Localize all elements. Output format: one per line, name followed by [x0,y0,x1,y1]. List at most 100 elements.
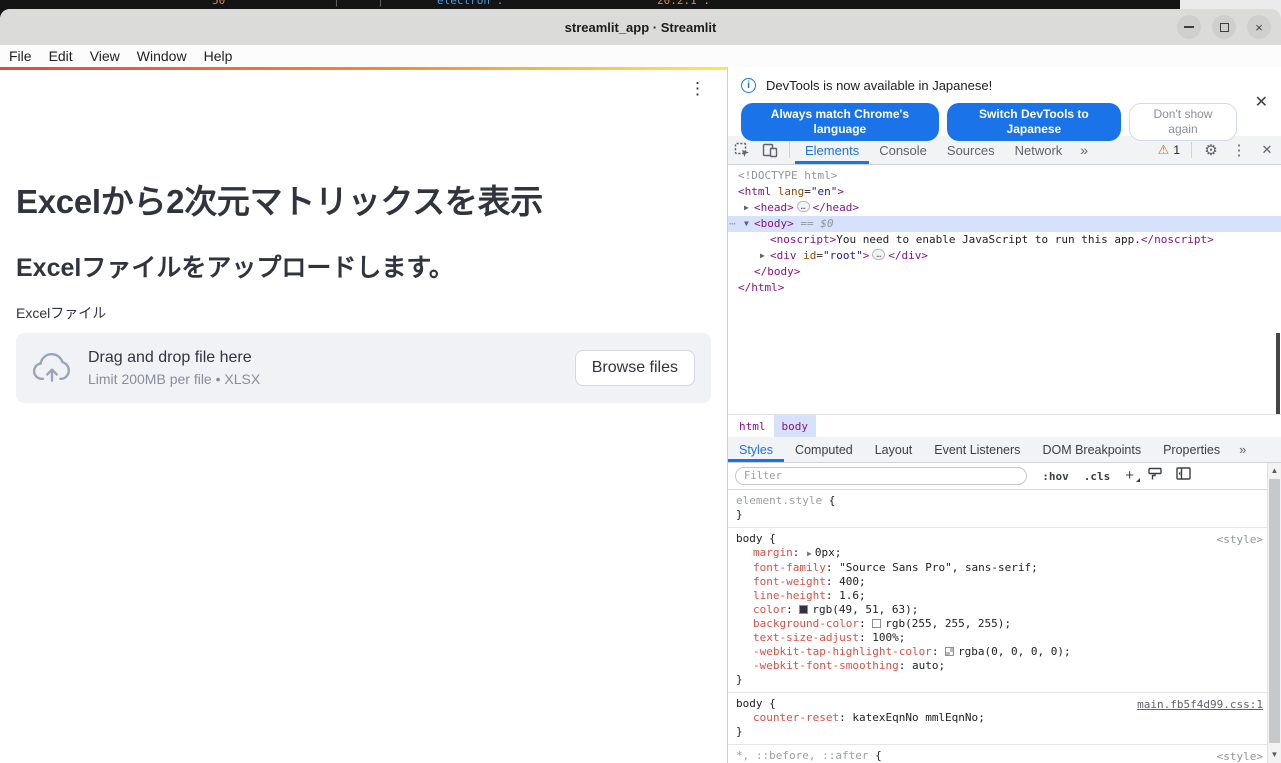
close-button[interactable]: × [1247,15,1271,39]
dom-tree-scrollbar[interactable] [1276,333,1280,414]
banner-close-icon[interactable]: ✕ [1255,92,1268,112]
scrollbar-thumb[interactable] [1269,479,1280,743]
color-swatch[interactable] [945,647,954,656]
css-property[interactable]: margin: ▶0px; [736,546,1263,561]
dom-tree-row[interactable]: <noscript>You need to enable JavaScript … [728,232,1281,248]
uploader-hint-text: Limit 200MB per file • XLSX [88,371,260,387]
color-swatch[interactable] [872,619,881,628]
css-selector[interactable]: body [736,697,763,710]
ellipsis-expand-icon[interactable]: … [872,249,885,260]
devtools-pane: i DevTools is now available in Japanese!… [727,67,1281,763]
css-property[interactable]: -webkit-font-smoothing: auto; [736,659,1263,673]
expand-arrow-icon[interactable]: ▶ [760,248,770,264]
rendering-emulation-icon[interactable] [1148,467,1162,486]
css-selector-line: body { [736,532,1263,546]
menu-item-help[interactable]: Help [204,48,233,64]
expand-arrow-icon[interactable]: ▶ [807,549,812,558]
app-menu-kebab-icon[interactable]: ⋮ [689,79,706,99]
cloud-upload-icon [32,350,72,386]
breadcrumb-html[interactable]: html [731,415,774,437]
styles-rules-list: element.style {}body {<style>margin: ▶0p… [728,490,1281,763]
menu-item-view[interactable]: View [90,48,120,64]
css-property[interactable]: font-weight: 400; [736,575,1263,589]
css-selector-line: element.style { [736,494,1263,508]
app-window: streamlit_app · Streamlit × File Edit View… [0,9,1281,763]
css-property[interactable]: font-family: "Source Sans Pro", sans-ser… [736,561,1263,575]
css-property[interactable]: background-color: rgb(255, 255, 255); [736,617,1263,631]
tab-computed[interactable]: Computed [784,437,864,462]
title-bar[interactable]: streamlit_app · Streamlit × [0,9,1281,45]
always-match-chrome-s-language-button[interactable]: Always match Chrome's language [741,103,939,141]
class-toggle[interactable]: .cls [1084,470,1111,483]
menu-bar: File Edit View Window Help [0,45,1281,67]
menu-item-edit[interactable]: Edit [49,48,73,64]
styles-panel-tabs: StylesComputedLayoutEvent ListenersDOM B… [728,437,1281,463]
dom-tree-row[interactable]: ⋯▼<body> == $0 [728,216,1281,232]
don-t-show-again-button[interactable]: Don't show again [1129,103,1237,141]
minimize-icon [1184,26,1194,28]
streamlit-header-gradient [0,67,727,70]
css-rule-source[interactable]: main.fb5f4d99.css:1 [1137,698,1263,712]
css-selector[interactable]: element.style [736,494,822,507]
dom-tree-row[interactable]: ▶<head>…</head> [728,200,1281,216]
ellipsis-expand-icon[interactable]: … [797,201,810,212]
color-swatch[interactable] [799,605,808,614]
css-rule-source: <style> [1217,750,1263,763]
elements-dom-tree: <!DOCTYPE html><html lang="en">▶<head>…<… [728,165,1281,414]
collapse-arrow-icon[interactable]: ▼ [744,216,754,232]
styles-filter-input[interactable] [735,467,1027,485]
expand-arrow-icon[interactable]: ▶ [744,200,754,216]
tab-layout[interactable]: Layout [864,437,924,462]
css-property[interactable]: -webkit-tap-highlight-color: rgba(0, 0, … [736,645,1263,659]
css-selector[interactable]: *, ::before, ::after [736,749,868,762]
styles-filter-row: :hov .cls + [728,463,1281,490]
tab-dom-breakpoints[interactable]: DOM Breakpoints [1031,437,1152,462]
terminal-text-fragment: │ [377,0,384,7]
computed-sidebar-panel-icon[interactable] [1176,467,1191,485]
terminal-text-fragment: │ [333,0,340,7]
uploader-text: Drag and drop file here Limit 200MB per … [88,349,260,387]
devtools-close-icon[interactable]: ✕ [1253,136,1281,164]
css-property[interactable]: color: rgb(49, 51, 63); [736,603,1263,617]
terminal-text-fragment: 20.2.1 : [657,0,710,7]
css-property[interactable]: text-size-adjust: 100%; [736,631,1263,645]
css-selector[interactable]: body [736,532,763,545]
css-rule: *, ::before, ::after {<style>box-sizing:… [728,745,1281,763]
file-uploader-dropzone[interactable]: Drag and drop file here Limit 200MB per … [16,333,711,403]
tab-event-listeners[interactable]: Event Listeners [923,437,1031,462]
dom-row-actions-icon[interactable]: ⋯ [729,216,735,232]
scrollbar-up-icon[interactable]: ▲ [1268,464,1281,478]
more-tabs-icon[interactable]: » [1231,437,1254,462]
uploader-label: Excelファイル [16,303,711,323]
menu-item-file[interactable]: File [9,48,32,64]
page-title: Excelから2次元マトリックスを表示 [16,182,711,222]
info-icon: i [741,78,756,93]
css-rule-source: <style> [1217,533,1263,547]
breadcrumb-body[interactable]: body [774,415,817,437]
styles-scrollbar[interactable]: ▲ ▼ [1267,463,1281,763]
css-property[interactable]: line-height: 1.6; [736,589,1263,603]
scrollbar-down-icon[interactable]: ▼ [1268,748,1281,762]
tab-styles[interactable]: Styles [728,437,784,462]
close-icon: × [1255,20,1263,35]
maximize-icon [1220,23,1229,32]
dom-tree-row[interactable]: </body> [728,264,1281,280]
maximize-button[interactable] [1212,15,1236,39]
browse-files-button[interactable]: Browse files [575,350,695,386]
minimize-button[interactable] [1177,15,1201,39]
dom-breadcrumb: htmlbody [728,414,1281,437]
terminal-text-fragment: electron : [437,0,503,7]
switch-devtools-to-japanese-button[interactable]: Switch DevTools to Japanese [947,103,1121,141]
menu-item-window[interactable]: Window [137,48,187,64]
tab-properties[interactable]: Properties [1152,437,1231,462]
dom-tree-row[interactable]: <!DOCTYPE html> [728,168,1281,184]
css-property[interactable]: counter-reset: katexEqnNo mmlEqnNo; [736,711,1263,725]
new-style-rule-icon[interactable]: + [1125,470,1134,482]
dom-tree-row[interactable]: <html lang="en"> [728,184,1281,200]
dom-tree-row[interactable]: </html> [728,280,1281,296]
devtools-language-banner: i DevTools is now available in Japanese!… [728,67,1281,136]
dom-tree-row[interactable]: ▶<div id="root">…</div> [728,248,1281,264]
hover-state-toggle[interactable]: :hov [1042,470,1069,483]
page-subtitle: Excelファイルをアップロードします。 [16,253,711,284]
toolbar-divider [789,142,790,158]
